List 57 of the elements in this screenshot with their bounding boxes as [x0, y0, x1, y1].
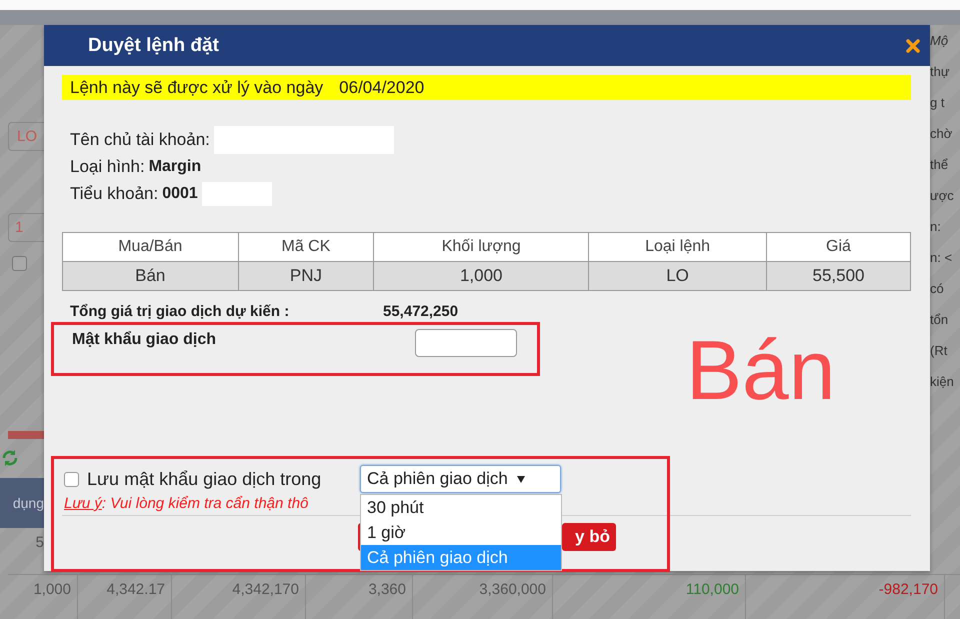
- checkbox[interactable]: [64, 472, 79, 486]
- field-value: Margin: [148, 158, 202, 176]
- table-cell: 1,000: [374, 262, 589, 290]
- field-label: Tiểu khoản:: [70, 184, 158, 204]
- field-label: Tên chủ tài khoản:: [70, 130, 210, 150]
- refresh-icon[interactable]: [0, 448, 20, 468]
- panel-stripe: [8, 431, 44, 439]
- table-cell: 3,360,000: [413, 575, 553, 619]
- background-text: Mộ: [930, 32, 950, 50]
- background-text: n:: [930, 218, 942, 236]
- dropdown-option[interactable]: Cả phiên giao dịch: [361, 545, 561, 570]
- table-cell: 5: [36, 534, 44, 551]
- window-title: Duyệt lệnh đặt: [88, 34, 219, 56]
- column-header: Loại lệnh: [588, 232, 766, 262]
- warning-note: Lưu ý: Vui lòng kiểm tra cẩn thận thô: [64, 495, 308, 512]
- dropdown-option[interactable]: 30 phút: [361, 495, 561, 520]
- background-text: chờ: [930, 125, 954, 143]
- table-cell: Bán: [62, 262, 238, 290]
- background-text: (Rt: [930, 342, 948, 360]
- background-text: tổn: [930, 311, 950, 329]
- field-label: Loại hình:: [70, 156, 145, 176]
- background-text: n: <: [930, 249, 954, 267]
- table-cell: 1,000: [8, 575, 78, 619]
- notice-text: Lệnh này sẽ được xử lý vào ngày: [70, 78, 324, 98]
- table-cell: 4,342.17: [78, 575, 172, 619]
- caret-icon: [516, 474, 526, 484]
- table-cell: PNJ: [238, 262, 374, 290]
- table-cell: -982,170: [746, 575, 945, 619]
- background-text: kiện: [930, 373, 955, 391]
- total-value: 55,472,250: [383, 303, 458, 320]
- field-label: Mật khẩu giao dịch: [72, 331, 216, 349]
- background-text: thể: [930, 156, 950, 174]
- background-text: thự: [930, 63, 951, 81]
- notice-date: 06/04/2020: [339, 78, 424, 98]
- dropdown-option[interactable]: 1 giờ: [361, 520, 561, 545]
- table-cell: 110,000: [553, 575, 746, 619]
- cancel-button[interactable]: y bỏ: [562, 523, 616, 551]
- table-cell: 55,500: [766, 262, 910, 290]
- checkbox[interactable]: [12, 256, 27, 271]
- column-header: Mã CK: [238, 232, 374, 262]
- table-cell: LO: [588, 262, 766, 290]
- column-header: Khối lượng: [374, 232, 589, 262]
- column-header: Mua/Bán: [62, 232, 238, 262]
- background-text: g t: [930, 94, 946, 112]
- column-header: Giá: [766, 232, 910, 262]
- duration-select[interactable]: Cả phiên giao dịch: [360, 465, 561, 493]
- background-text: ược: [930, 187, 955, 205]
- field-value: 0001: [162, 184, 198, 202]
- total-label: Tổng giá trị giao dịch dự kiến :: [70, 303, 290, 320]
- background-text: có: [930, 280, 945, 298]
- column-header: dụng: [0, 478, 44, 528]
- table-cell: 4,342,170: [172, 575, 306, 619]
- annotation-text: Bán: [686, 328, 836, 412]
- checkbox-label: Lưu mật khẩu giao dịch trong: [87, 468, 322, 490]
- password-field[interactable]: [415, 329, 517, 357]
- table-cell: 3,360: [306, 575, 413, 619]
- close-icon[interactable]: [906, 38, 920, 52]
